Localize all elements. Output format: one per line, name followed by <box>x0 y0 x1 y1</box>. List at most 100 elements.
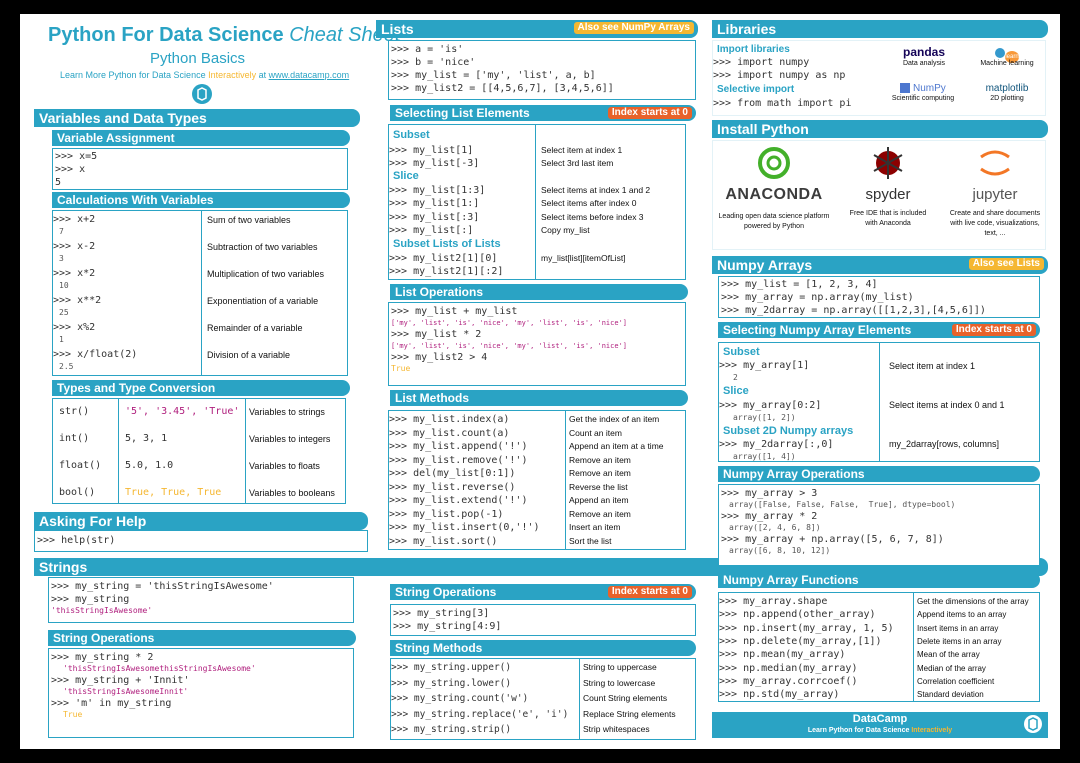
code-line: >>> np.mean(my_array) <box>719 649 846 661</box>
desc-cell: Remove an item <box>569 468 631 478</box>
subset-label: Subset <box>393 129 430 141</box>
code-line: >>> x%2 <box>53 322 96 333</box>
divider <box>565 411 566 549</box>
string-operations-2-header: String Operations Index starts at 0 <box>390 584 696 600</box>
code-line: >>> my_list2[1][:2] <box>389 266 504 277</box>
logo-label: 2D plotting <box>990 95 1024 102</box>
output-line: 2.5 <box>59 362 74 371</box>
string-operations-header: String Operations <box>48 630 356 646</box>
code-line: >>> my_array.shape <box>719 596 828 607</box>
lists-code: >>> a = 'is' >>> b = 'nice' >>> my_list … <box>388 40 696 100</box>
jupyter-name: jupyter <box>972 186 1018 203</box>
variable-assignment-code: >>> x=5 >>> x 5 <box>52 148 348 190</box>
code-line: >>> my_list + my_list <box>391 306 518 317</box>
header-label: Selecting List Elements <box>395 106 530 120</box>
logo-label: Data analysis <box>902 60 946 67</box>
desc-cell: my_2darray[rows, columns] <box>889 439 1000 449</box>
list-operations-box: >>> my_list + my_list ['my', 'list', 'is… <box>388 302 686 386</box>
code-line: >>> my_list.remove('!') <box>389 454 528 466</box>
string-methods-header: String Methods <box>390 640 696 656</box>
code-line: >>> my_list[1:] <box>389 198 480 209</box>
type-fn: int() <box>59 433 90 444</box>
code-line: >>> my_string.lower() <box>391 677 512 689</box>
subset-label: Subset <box>723 346 760 358</box>
header-label: Selecting Numpy Array Elements <box>723 323 912 337</box>
code-line: >>> np.median(my_array) <box>719 662 858 674</box>
numpy-code: >>> my_list = [1, 2, 3, 4] >>> my_array … <box>718 276 1040 318</box>
code-line: >>> my_array > 3 <box>721 488 818 499</box>
numpy-operations-header: Numpy Array Operations <box>718 466 1040 482</box>
code-line: >>> my_list[1:3] <box>389 185 486 196</box>
code-line: >>> x**2 <box>53 295 102 306</box>
desc-cell: Replace String elements <box>583 708 676 719</box>
section-install: Install Python <box>712 120 1048 138</box>
see-lists-tag[interactable]: Also see Lists <box>968 258 1044 270</box>
divider <box>245 399 246 503</box>
logo-label: Scientific computing <box>891 95 955 102</box>
code-line: >>> np.std(my_array) <box>719 689 840 701</box>
see-numpy-tag[interactable]: Also see NumPy Arrays <box>573 22 694 34</box>
code-line: >>> del(my_list[0:1]) <box>389 468 516 479</box>
desc-cell: Remainder of a variable <box>207 323 303 333</box>
desc-cell: Variables to booleans <box>249 488 335 498</box>
numpy-cube-icon <box>900 83 911 94</box>
anaconda-icon <box>758 147 790 179</box>
code-line: >>> my_string.replace('e', 'i') <box>391 708 569 720</box>
code-line: >>> my_list.reverse() <box>389 481 516 493</box>
cheat-sheet: Python For Data Science Cheat Sheet Pyth… <box>20 14 1060 749</box>
desc-cell: String to lowercase <box>583 677 656 688</box>
code-line: >>> my_list2[1][0] <box>389 253 498 264</box>
divider <box>535 125 536 279</box>
output-line: 3 <box>59 254 64 263</box>
divider <box>201 211 202 375</box>
output-line: 7 <box>59 227 64 236</box>
types-table: str() '5', '3.45', 'True' Variables to str… <box>52 398 346 504</box>
output-line: array([False, False, False, True], dtype… <box>729 500 956 509</box>
datacamp-logo-icon <box>192 84 212 104</box>
spyder-item[interactable]: spyder Free IDE that is included with An… <box>843 145 933 229</box>
code-line: >>> np.delete(my_array,[1]) <box>719 635 882 647</box>
learn-interactive: Interactively <box>208 70 257 80</box>
output-line: ['my', 'list', 'is', 'nice', 'my', 'list… <box>391 342 628 350</box>
desc-cell: Insert an item <box>569 522 621 532</box>
code-line: >>> x-2 <box>53 241 96 252</box>
selecting-numpy-header: Selecting Numpy Array Elements Index star… <box>718 322 1040 338</box>
code-line: >>> x*2 <box>53 268 96 279</box>
desc-cell: Delete items in an array <box>917 636 1002 646</box>
divider <box>913 593 914 701</box>
code-line: >>> my_list.sort() <box>389 535 498 547</box>
libraries-box: Import libraries >>> import numpy >>> im… <box>712 40 1046 116</box>
selective-import-label: Selective import <box>717 84 795 95</box>
anaconda-item[interactable]: ANACONDA Leading open data science platf… <box>717 145 831 232</box>
calculations-header: Calculations With Variables <box>52 192 350 208</box>
output-line: 2 <box>733 373 738 382</box>
list-operations-header: List Operations <box>390 284 688 300</box>
section-variables: Variables and Data Types <box>34 109 360 127</box>
desc-cell: Insert items in an array <box>917 623 999 633</box>
desc-cell: Count an item <box>569 427 622 438</box>
code-line: >>> my_2darray[:,0] <box>719 439 834 450</box>
desc-cell: Select item at index 1 <box>541 145 623 155</box>
code-line: >>> my_array[0:2] <box>719 400 822 411</box>
anaconda-desc: Leading open data science platform power… <box>718 213 830 230</box>
sklearn-logo: learn Machine learning <box>969 45 1045 69</box>
desc-cell: Standard deviation <box>917 690 984 700</box>
code-line: >>> my_list.count(a) <box>389 427 510 439</box>
help-code: >>> help(str) <box>34 530 368 552</box>
string-operations-box: >>> my_string * 2 'thisStringIsAwesometh… <box>48 648 354 738</box>
numpy-functions-header: Numpy Array Functions <box>718 572 1040 588</box>
slice-label: Slice <box>723 385 749 397</box>
type-fn: str() <box>59 406 90 417</box>
datacamp-link[interactable]: www.datacamp.com <box>269 70 350 80</box>
desc-cell: Select items before index 3 <box>541 212 644 222</box>
desc-cell: Copy my_list <box>541 225 590 235</box>
numpy-logo: NumPy Scientific computing <box>883 83 963 104</box>
desc-cell: Append an item at a time <box>569 441 664 451</box>
desc-cell: Reverse the list <box>569 481 628 492</box>
output-line: 'thisStringIsAwesomeInnit' <box>63 687 189 696</box>
jupyter-icon <box>980 150 1010 176</box>
index-tag: Index starts at 0 <box>951 324 1036 336</box>
logo-name: matplotlib <box>985 83 1029 94</box>
jupyter-item[interactable]: jupyter Create and share documents with … <box>945 145 1045 239</box>
output-line: 25 <box>59 308 69 317</box>
